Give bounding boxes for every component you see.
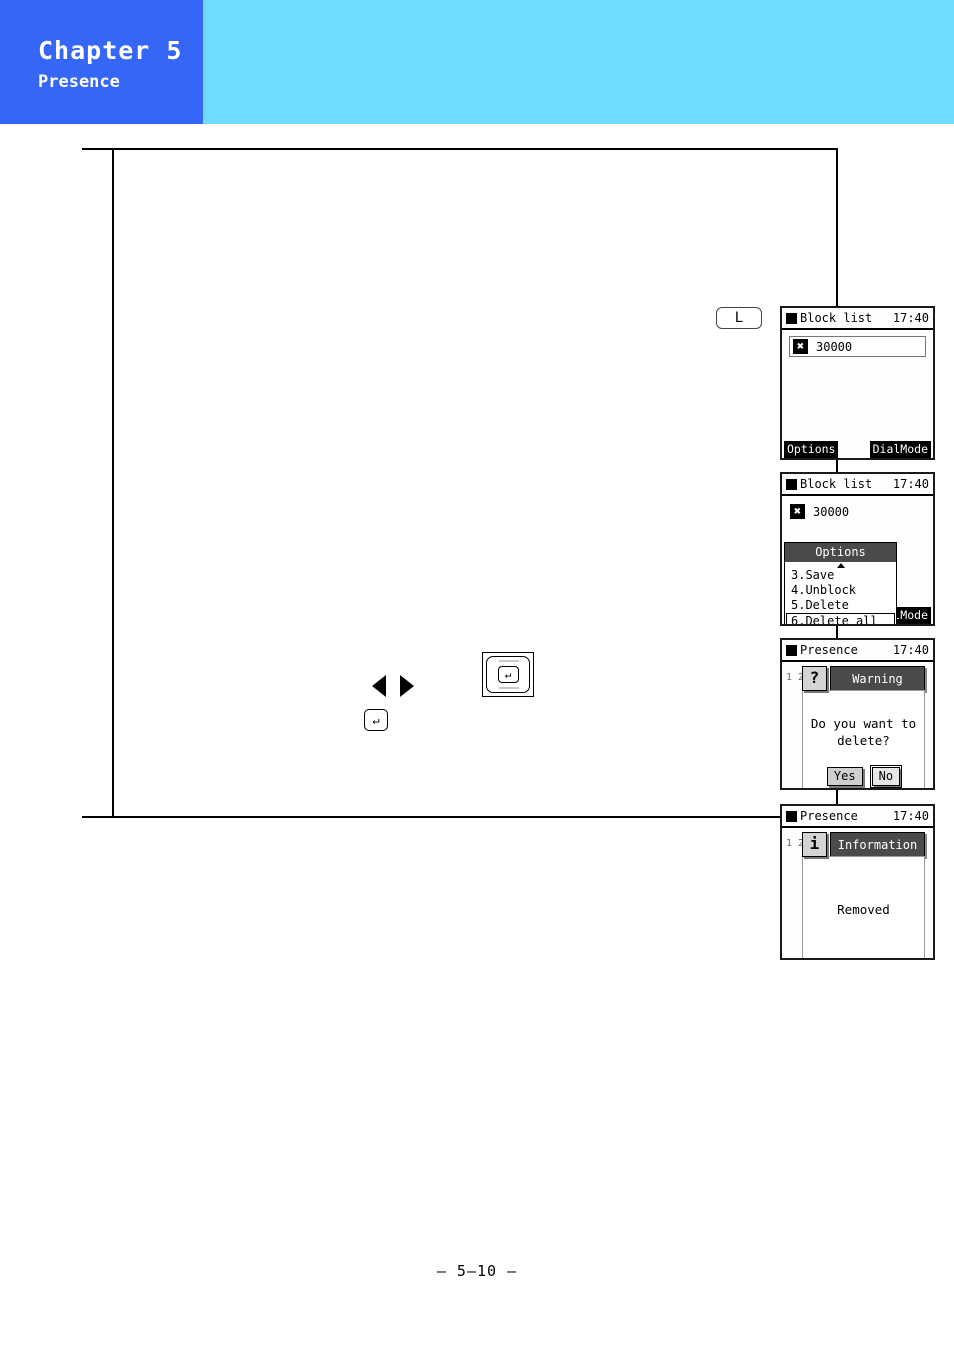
options-popup-menu: Options 3.Save 4.Unblock 5.Delete 6.Dele…	[784, 542, 897, 624]
right-arrow-icon	[400, 675, 414, 697]
lcd-clock: 17:40	[892, 643, 929, 657]
lcd-clock: 17:40	[892, 477, 929, 491]
list-item[interactable]: ✖ 30000	[790, 504, 849, 519]
dialog-body: Do you want to delete? Yes No	[802, 690, 925, 788]
lcd-title-bar: Presence 17:40	[782, 806, 933, 828]
scroll-up-icon	[836, 563, 845, 568]
lcd-screen-presence-warning: Presence 17:40 1 2 3 4 ? Warning Do you …	[780, 638, 935, 790]
list-item-label: 30000	[816, 339, 853, 354]
dialog-header: ? Warning	[802, 666, 925, 691]
lcd-title-bar: Presence 17:40	[782, 640, 933, 662]
menu-item-save[interactable]: 3.Save	[785, 568, 896, 583]
arrow-keys-illustration	[372, 675, 414, 697]
blocked-x-icon: ✖	[790, 504, 805, 519]
frame-bottom-rule	[82, 816, 114, 818]
blocked-x-icon: ✖	[793, 339, 808, 354]
question-icon: ?	[802, 666, 827, 691]
dialog-message: Removed	[837, 902, 890, 917]
lcd-screen-presence-information: Presence 17:40 1 2 3 4 i Information Rem…	[780, 804, 935, 960]
lcd-title-text: Presence	[800, 643, 858, 657]
list-item-label: 30000	[813, 504, 850, 519]
yes-button[interactable]: Yes	[826, 767, 863, 786]
options-menu-list: 3.Save 4.Unblock 5.Delete 6.Delete all	[785, 562, 896, 624]
status-square-icon	[786, 810, 797, 822]
menu-item-delete-all[interactable]: 6.Delete all	[786, 613, 895, 624]
navigation-pad-surface: ↵	[486, 656, 530, 693]
lcd-body: ✖ 30000 alMode Options 3.Save 4.Unblock …	[782, 496, 933, 624]
lcd-screen-block-list-options: Block list 17:40 ✖ 30000 alMode Options …	[780, 472, 935, 626]
chapter-subtitle: Presence	[38, 72, 120, 92]
lcd-clock: 17:40	[892, 809, 929, 823]
lcd-title-bar: Block list 17:40	[782, 308, 933, 330]
page-number-footer: – 5–10 –	[436, 1262, 518, 1280]
dialog-title: Warning	[830, 666, 925, 691]
status-square-icon	[786, 644, 797, 656]
information-dialog: i Information Removed	[802, 832, 925, 958]
dialog-message: Do you want to delete?	[810, 716, 917, 748]
lcd-body: ✖ 30000 Options DialMode	[782, 330, 933, 458]
lcd-body: 1 2 3 4 i Information Removed	[782, 828, 933, 958]
softkey-bar: Options DialMode	[782, 441, 933, 458]
lcd-clock: 17:40	[892, 311, 929, 325]
navigation-pad-enter-icon: ↵	[497, 666, 519, 683]
lcd-title-text: Block list	[800, 477, 873, 491]
dialog-title: Information	[830, 832, 925, 857]
left-arrow-icon	[372, 675, 386, 697]
content-frame: ↵ ↵ L Block list 17:40 ✖ 30000 Options D…	[112, 148, 935, 960]
menu-item-unblock[interactable]: 4.Unblock	[785, 583, 896, 598]
menu-item-delete[interactable]: 5.Delete	[785, 598, 896, 613]
dialog-header: i Information	[802, 832, 925, 857]
lcd-screen-block-list: Block list 17:40 ✖ 30000 Options DialMod…	[780, 306, 935, 460]
no-button[interactable]: No	[869, 764, 903, 788]
lcd-title-bar: Block list 17:40	[782, 474, 933, 496]
navigation-pad-illustration: ↵	[482, 652, 534, 697]
status-square-icon	[786, 312, 797, 324]
options-popup-title: Options	[785, 543, 896, 562]
frame-top-rule	[82, 148, 114, 150]
dialog-button-row: Yes No	[803, 764, 924, 788]
soft-key-l-label: L	[716, 307, 762, 329]
chapter-header-band: Chapter 5 Presence	[0, 0, 954, 124]
lcd-title-text: Presence	[800, 809, 858, 823]
status-square-icon	[786, 478, 797, 490]
dialog-body: Removed	[802, 856, 925, 958]
chapter-title: Chapter 5	[38, 36, 183, 65]
softkey-options[interactable]: Options	[784, 441, 839, 458]
softkey-dialmode[interactable]: DialMode	[869, 441, 931, 458]
lcd-body: 1 2 3 4 ? Warning Do you want to delete?…	[782, 662, 933, 788]
lcd-title-text: Block list	[800, 311, 873, 325]
list-item[interactable]: ✖ 30000	[789, 336, 926, 357]
warning-dialog: ? Warning Do you want to delete? Yes No	[802, 666, 925, 788]
enter-key-icon: ↵	[364, 709, 388, 731]
info-icon: i	[802, 832, 827, 857]
